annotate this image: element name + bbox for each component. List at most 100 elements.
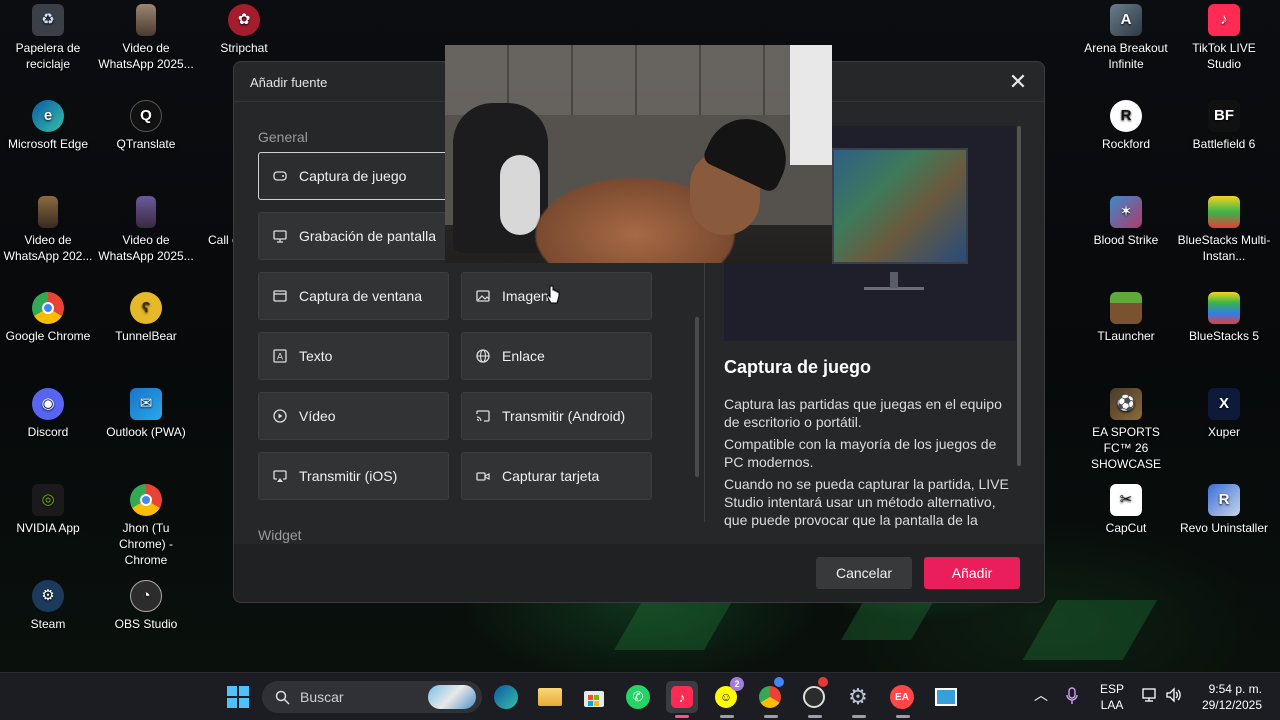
desktop-icon-blood-strike[interactable]: ✶ Blood Strike [1078, 196, 1174, 248]
desktop-icon-steam[interactable]: ⚙ Steam [0, 580, 96, 632]
desktop-icon-whatsapp-video[interactable]: Video de WhatsApp 2025... [98, 196, 194, 264]
obs-icon: ◔ [130, 580, 162, 612]
option-window-capture[interactable]: Captura de ventana [258, 272, 449, 320]
desktop-icon-outlook[interactable]: ✉ Outlook (PWA) [98, 388, 194, 440]
desktop-icon-rockford[interactable]: R Rockford [1078, 100, 1174, 152]
desktop-icon-tunnelbear[interactable]: ʕ TunnelBear [98, 292, 194, 344]
taskbar-ea[interactable]: EA [886, 681, 918, 713]
desktop-icon-chrome-profile[interactable]: Jhon (Tu Chrome) - Chrome [98, 484, 194, 568]
text-icon: A [273, 349, 287, 363]
desktop-icon-recycle-bin[interactable]: ♻ Papelera de reciclaje [0, 4, 96, 72]
option-cast-android[interactable]: Transmitir (Android) [461, 392, 652, 440]
desktop-icon-label: NVIDIA App [16, 521, 80, 535]
desktop-icon-bluestacks[interactable]: BlueStacks 5 [1176, 292, 1272, 344]
desktop-icon-label: Video de WhatsApp 2025... [98, 41, 194, 71]
running-app-indicator [896, 715, 910, 718]
globe-icon [476, 349, 490, 363]
taskbar-file-explorer[interactable] [534, 681, 566, 713]
microphone-icon[interactable] [1066, 687, 1078, 705]
chrome-icon [759, 686, 781, 708]
section-general-label: General [258, 129, 308, 145]
desktop-icon-label: Discord [27, 425, 69, 439]
taskbar-tiktok-live[interactable]: ♪ [666, 681, 698, 713]
cancel-button[interactable]: Cancelar [816, 557, 912, 589]
desktop-icon-whatsapp-video[interactable]: Video de WhatsApp 2025... [98, 4, 194, 72]
desktop-icon-chrome[interactable]: Google Chrome [0, 292, 96, 344]
start-button[interactable] [222, 681, 254, 713]
desktop-icon-tlauncher[interactable]: TLauncher [1078, 292, 1174, 344]
taskbar-search[interactable]: Buscar [262, 681, 482, 713]
dialog-footer: Cancelar Añadir [234, 544, 1044, 602]
option-screen-recording[interactable]: Grabación de pantalla [258, 212, 449, 260]
option-capture-card[interactable]: Capturar tarjeta [461, 452, 652, 500]
option-link[interactable]: Enlace [461, 332, 652, 380]
taskbar-obs[interactable] [798, 677, 830, 713]
chevron-up-icon[interactable]: ︿ [1034, 685, 1048, 705]
language-indicator[interactable]: ESP LAA [1098, 681, 1126, 713]
desktop-icon-nvidia[interactable]: ◎ NVIDIA App [0, 484, 96, 536]
taskbar-edge[interactable] [490, 681, 522, 713]
volume-icon[interactable] [1166, 687, 1182, 703]
taskbar-snapchat[interactable]: ☺ 2 [710, 677, 744, 713]
desktop-icon-whatsapp-video[interactable]: Video de WhatsApp 202... [0, 196, 96, 264]
preview-monitor-stand [864, 272, 924, 290]
gamepad-icon [273, 169, 287, 183]
windows-icon [227, 686, 249, 708]
running-app-indicator [852, 715, 866, 718]
clock[interactable]: 9:54 p. m. 29/12/2025 [1192, 681, 1262, 713]
search-highlight-icon [428, 685, 476, 709]
taskbar-store[interactable] [578, 681, 610, 713]
search-placeholder: Buscar [300, 689, 344, 705]
desktop-icon-xuper[interactable]: X Xuper [1176, 388, 1272, 440]
desktop-icon-label: Papelera de reciclaje [15, 41, 81, 71]
keyboard-layout: LAA [1100, 698, 1124, 712]
folder-icon [538, 688, 562, 706]
running-app-indicator [808, 715, 822, 718]
desktop-icon-discord[interactable]: ◉ Discord [0, 388, 96, 440]
desktop-icon-edge[interactable]: e Microsoft Edge [0, 100, 96, 152]
stripchat-icon: ✿ [228, 4, 260, 36]
desktop-icon-tiktok-live[interactable]: ♪ TikTok LIVE Studio [1176, 4, 1272, 72]
description-paragraph: Captura las partidas que juegas en el eq… [724, 396, 1002, 430]
image-icon [476, 289, 490, 303]
add-button[interactable]: Añadir [924, 557, 1020, 589]
bluestacks-icon [1208, 292, 1240, 324]
qtranslate-icon: Q [130, 100, 162, 132]
taskbar-settings[interactable]: ⚙ [842, 681, 874, 713]
option-cast-ios[interactable]: Transmitir (iOS) [258, 452, 449, 500]
cast-icon [476, 409, 490, 423]
option-text[interactable]: A Texto [258, 332, 449, 380]
desktop-icon-obs[interactable]: ◔ OBS Studio [98, 580, 194, 632]
profile-badge [774, 677, 784, 687]
discord-icon: ◉ [32, 388, 64, 420]
preview-game-screen [832, 148, 968, 264]
desktop-icon-label: Stripchat [220, 41, 268, 55]
network-icon[interactable] [1142, 687, 1158, 703]
taskbar-chrome[interactable] [754, 677, 786, 713]
chrome-icon [32, 292, 64, 324]
desktop-icon-label: TunnelBear [115, 329, 177, 343]
option-game-capture[interactable]: Captura de juego [258, 152, 449, 200]
description-scrollbar[interactable] [1017, 126, 1021, 466]
desktop-icon-ea-fc[interactable]: ⚽ EA SPORTS FC™ 26 SHOWCASE [1078, 388, 1174, 472]
store-icon [584, 691, 604, 707]
desktop-icon-qtranslate[interactable]: Q QTranslate [98, 100, 194, 152]
option-label: Transmitir (iOS) [299, 468, 398, 484]
desktop-icon-label: TLauncher [1097, 329, 1155, 343]
option-video[interactable]: Vídeo [258, 392, 449, 440]
option-label: Captura de ventana [299, 288, 422, 304]
desktop-icon-capcut[interactable]: ✂ CapCut [1078, 484, 1174, 536]
battlefield-icon: BF [1208, 100, 1240, 132]
close-icon[interactable]: ✕ [1006, 70, 1030, 94]
taskbar-whatsapp[interactable]: ✆ [622, 681, 654, 713]
taskbar-app[interactable] [930, 681, 962, 713]
options-scrollbar[interactable] [695, 317, 699, 477]
gear-icon: ⚙ [848, 684, 868, 709]
desktop-icon-arena-breakout[interactable]: A Arena Breakout Infinite [1078, 4, 1174, 72]
desktop-icon-bluestacks-multi[interactable]: BlueStacks Multi-Instan... [1176, 196, 1272, 264]
desktop-icon-stripchat[interactable]: ✿ Stripchat [196, 4, 292, 56]
desktop-icon-label: Revo Uninstaller [1179, 521, 1269, 535]
desktop-icon-battlefield[interactable]: BF Battlefield 6 [1176, 100, 1272, 152]
desktop-icon-revo[interactable]: R Revo Uninstaller [1176, 484, 1272, 536]
desktop-icon-label: Battlefield 6 [1192, 137, 1256, 151]
